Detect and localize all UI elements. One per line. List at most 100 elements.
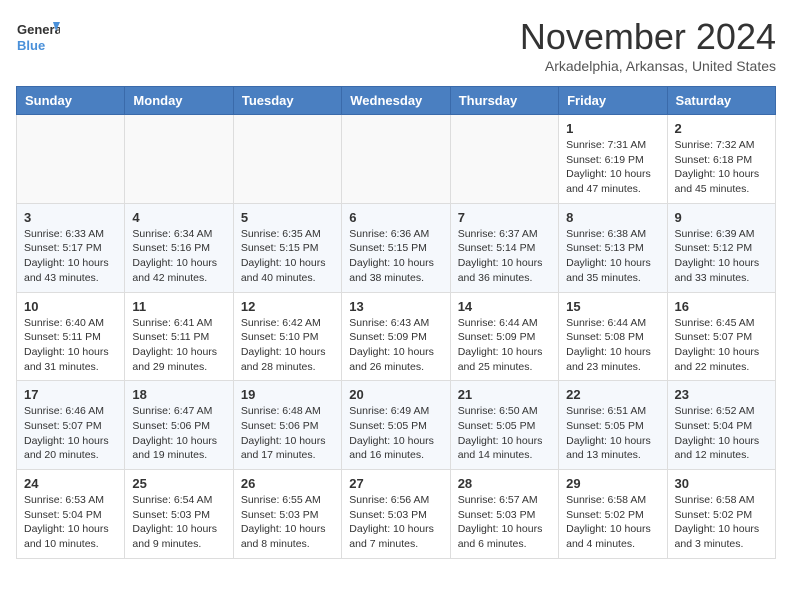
day-info: Sunrise: 6:58 AM Sunset: 5:02 PM Dayligh… <box>566 493 659 552</box>
calendar-cell: 28 Sunrise: 6:57 AM Sunset: 5:03 PM Dayli… <box>450 470 558 559</box>
day-number: 13 <box>349 299 442 314</box>
day-info: Sunrise: 6:57 AM Sunset: 5:03 PM Dayligh… <box>458 493 551 552</box>
calendar-week-4: 17 Sunrise: 6:46 AM Sunset: 5:07 PM Dayli… <box>17 381 776 470</box>
day-info: Sunrise: 6:34 AM Sunset: 5:16 PM Dayligh… <box>132 227 225 286</box>
day-number: 11 <box>132 299 225 314</box>
header-sunday: Sunday <box>17 87 125 115</box>
calendar-cell: 26 Sunrise: 6:55 AM Sunset: 5:03 PM Dayli… <box>233 470 341 559</box>
calendar-cell: 5Sunrise: 6:35 AM Sunset: 5:15 PM Daylig… <box>233 203 341 292</box>
day-number: 19 <box>241 387 334 402</box>
calendar-week-1: 1Sunrise: 7:31 AM Sunset: 6:19 PM Daylig… <box>17 115 776 204</box>
day-number: 29 <box>566 476 659 491</box>
day-number: 8 <box>566 210 659 225</box>
day-info: Sunrise: 6:39 AM Sunset: 5:12 PM Dayligh… <box>675 227 768 286</box>
calendar-cell: 20Sunrise: 6:49 AM Sunset: 5:05 PM Dayli… <box>342 381 450 470</box>
day-number: 16 <box>675 299 768 314</box>
day-info: Sunrise: 6:36 AM Sunset: 5:15 PM Dayligh… <box>349 227 442 286</box>
day-info: Sunrise: 6:41 AM Sunset: 5:11 PM Dayligh… <box>132 316 225 375</box>
calendar-cell <box>342 115 450 204</box>
svg-text:Blue: Blue <box>17 38 45 53</box>
day-number: 26 <box>241 476 334 491</box>
title-block: November 2024 Arkadelphia, Arkansas, Uni… <box>520 16 776 74</box>
calendar-cell: 18 Sunrise: 6:47 AM Sunset: 5:06 PM Dayli… <box>125 381 233 470</box>
day-number: 9 <box>675 210 768 225</box>
calendar-cell: 6 Sunrise: 6:36 AM Sunset: 5:15 PM Daylig… <box>342 203 450 292</box>
location: Arkadelphia, Arkansas, United States <box>520 58 776 74</box>
svg-text:General: General <box>17 22 60 37</box>
day-number: 2 <box>675 121 768 136</box>
day-info: Sunrise: 6:54 AM Sunset: 5:03 PM Dayligh… <box>132 493 225 552</box>
calendar-week-2: 3Sunrise: 6:33 AM Sunset: 5:17 PM Daylig… <box>17 203 776 292</box>
calendar-cell: 24 Sunrise: 6:53 AM Sunset: 5:04 PM Dayli… <box>17 470 125 559</box>
day-number: 1 <box>566 121 659 136</box>
day-info: Sunrise: 6:46 AM Sunset: 5:07 PM Dayligh… <box>24 404 117 463</box>
day-number: 5 <box>241 210 334 225</box>
day-number: 7 <box>458 210 551 225</box>
day-number: 28 <box>458 476 551 491</box>
calendar-cell <box>125 115 233 204</box>
calendar-cell: 25Sunrise: 6:54 AM Sunset: 5:03 PM Dayli… <box>125 470 233 559</box>
calendar-cell: 29 Sunrise: 6:58 AM Sunset: 5:02 PM Dayli… <box>559 470 667 559</box>
header-friday: Friday <box>559 87 667 115</box>
calendar-cell: 15 Sunrise: 6:44 AM Sunset: 5:08 PM Dayli… <box>559 292 667 381</box>
logo-svg: General Blue <box>16 16 60 60</box>
logo: General Blue <box>16 16 60 60</box>
calendar-week-5: 24 Sunrise: 6:53 AM Sunset: 5:04 PM Dayli… <box>17 470 776 559</box>
calendar-cell: 2 Sunrise: 7:32 AM Sunset: 6:18 PM Daylig… <box>667 115 775 204</box>
day-number: 6 <box>349 210 442 225</box>
header-saturday: Saturday <box>667 87 775 115</box>
day-info: Sunrise: 6:38 AM Sunset: 5:13 PM Dayligh… <box>566 227 659 286</box>
day-number: 17 <box>24 387 117 402</box>
day-number: 12 <box>241 299 334 314</box>
day-info: Sunrise: 6:50 AM Sunset: 5:05 PM Dayligh… <box>458 404 551 463</box>
header-tuesday: Tuesday <box>233 87 341 115</box>
calendar-cell: 7 Sunrise: 6:37 AM Sunset: 5:14 PM Daylig… <box>450 203 558 292</box>
day-info: Sunrise: 6:58 AM Sunset: 5:02 PM Dayligh… <box>675 493 768 552</box>
calendar-cell: 3Sunrise: 6:33 AM Sunset: 5:17 PM Daylig… <box>17 203 125 292</box>
day-number: 10 <box>24 299 117 314</box>
day-info: Sunrise: 6:37 AM Sunset: 5:14 PM Dayligh… <box>458 227 551 286</box>
day-info: Sunrise: 6:55 AM Sunset: 5:03 PM Dayligh… <box>241 493 334 552</box>
day-info: Sunrise: 6:47 AM Sunset: 5:06 PM Dayligh… <box>132 404 225 463</box>
calendar-cell <box>233 115 341 204</box>
calendar-cell: 17 Sunrise: 6:46 AM Sunset: 5:07 PM Dayli… <box>17 381 125 470</box>
day-info: Sunrise: 6:40 AM Sunset: 5:11 PM Dayligh… <box>24 316 117 375</box>
day-number: 20 <box>349 387 442 402</box>
calendar-cell: 8 Sunrise: 6:38 AM Sunset: 5:13 PM Daylig… <box>559 203 667 292</box>
calendar-cell: 13 Sunrise: 6:43 AM Sunset: 5:09 PM Dayli… <box>342 292 450 381</box>
day-number: 3 <box>24 210 117 225</box>
calendar-cell <box>450 115 558 204</box>
day-info: Sunrise: 6:51 AM Sunset: 5:05 PM Dayligh… <box>566 404 659 463</box>
calendar-cell: 1Sunrise: 7:31 AM Sunset: 6:19 PM Daylig… <box>559 115 667 204</box>
page-header: General Blue November 2024 Arkadelphia, … <box>16 16 776 74</box>
header-wednesday: Wednesday <box>342 87 450 115</box>
calendar-cell: 27 Sunrise: 6:56 AM Sunset: 5:03 PM Dayli… <box>342 470 450 559</box>
day-number: 4 <box>132 210 225 225</box>
day-number: 15 <box>566 299 659 314</box>
day-number: 18 <box>132 387 225 402</box>
day-number: 24 <box>24 476 117 491</box>
day-number: 27 <box>349 476 442 491</box>
day-info: Sunrise: 6:44 AM Sunset: 5:08 PM Dayligh… <box>566 316 659 375</box>
day-number: 21 <box>458 387 551 402</box>
day-info: Sunrise: 7:32 AM Sunset: 6:18 PM Dayligh… <box>675 138 768 197</box>
calendar-week-3: 10 Sunrise: 6:40 AM Sunset: 5:11 PM Dayli… <box>17 292 776 381</box>
calendar-table: SundayMondayTuesdayWednesdayThursdayFrid… <box>16 86 776 559</box>
day-info: Sunrise: 6:53 AM Sunset: 5:04 PM Dayligh… <box>24 493 117 552</box>
calendar-header-row: SundayMondayTuesdayWednesdayThursdayFrid… <box>17 87 776 115</box>
header-thursday: Thursday <box>450 87 558 115</box>
day-info: Sunrise: 6:52 AM Sunset: 5:04 PM Dayligh… <box>675 404 768 463</box>
day-info: Sunrise: 6:48 AM Sunset: 5:06 PM Dayligh… <box>241 404 334 463</box>
month-title: November 2024 <box>520 16 776 58</box>
header-monday: Monday <box>125 87 233 115</box>
day-number: 30 <box>675 476 768 491</box>
day-number: 22 <box>566 387 659 402</box>
calendar-cell <box>17 115 125 204</box>
calendar-cell: 22 Sunrise: 6:51 AM Sunset: 5:05 PM Dayli… <box>559 381 667 470</box>
day-info: Sunrise: 6:43 AM Sunset: 5:09 PM Dayligh… <box>349 316 442 375</box>
day-info: Sunrise: 6:56 AM Sunset: 5:03 PM Dayligh… <box>349 493 442 552</box>
calendar-cell: 4 Sunrise: 6:34 AM Sunset: 5:16 PM Daylig… <box>125 203 233 292</box>
day-info: Sunrise: 6:45 AM Sunset: 5:07 PM Dayligh… <box>675 316 768 375</box>
day-info: Sunrise: 6:42 AM Sunset: 5:10 PM Dayligh… <box>241 316 334 375</box>
calendar-cell: 10 Sunrise: 6:40 AM Sunset: 5:11 PM Dayli… <box>17 292 125 381</box>
